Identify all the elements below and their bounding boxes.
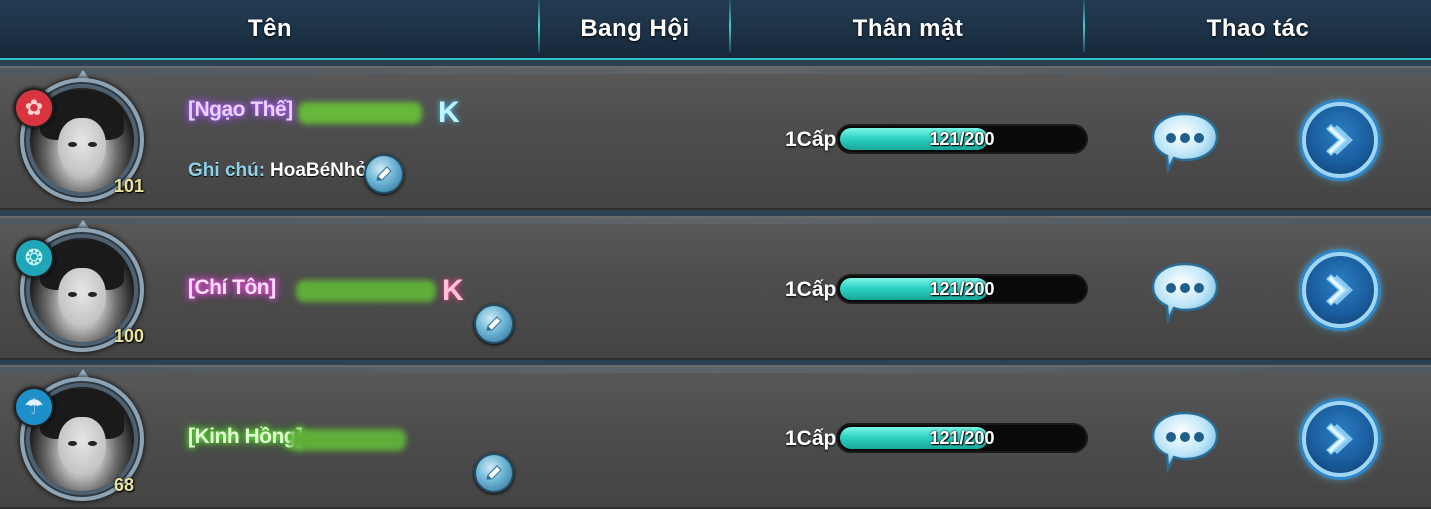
intimacy-level: 1Cấp (785, 278, 837, 301)
player-title: [Ngạo Thế] (188, 98, 293, 121)
view-profile-button[interactable] (1302, 252, 1378, 328)
intimacy-progress-bar: 121/200 (836, 274, 1088, 304)
friend-list-header: Tên Bang Hội Thân mật Thao tác (0, 0, 1431, 60)
vip-k-badge: K (438, 96, 460, 129)
player-title: [Chí Tôn] (188, 276, 276, 299)
player-level: 100 (114, 326, 145, 346)
intimacy-progress-text: 121/200 (929, 427, 995, 448)
column-header-guild: Bang Hội (580, 15, 690, 42)
intimacy-level: 1Cấp (785, 427, 837, 450)
speech-bubble-icon (1151, 411, 1219, 474)
pencil-icon (486, 316, 502, 331)
avatar[interactable]: ✿ 101 (14, 70, 148, 206)
avatar[interactable]: ❂ 100 (14, 220, 148, 356)
edit-note-button[interactable] (474, 304, 514, 344)
player-name-blurred (290, 429, 406, 451)
intimacy-progress-text: 121/200 (929, 128, 995, 149)
friend-row[interactable]: ☂ 68 [Kinh Hồng] 1Cấp 121/200 (0, 365, 1431, 509)
vip-k-badge: K (442, 274, 464, 307)
view-profile-button[interactable] (1302, 102, 1378, 178)
column-header-intimacy: Thân mật (852, 15, 964, 42)
chevron-right-icon (1325, 273, 1353, 307)
player-name-blurred (298, 102, 422, 124)
friend-row[interactable]: ✿ 101 [Ngạo Thế] K Ghi chú: HoaBéNhỏ 1Cấ… (0, 66, 1431, 210)
intimacy-progress-text: 121/200 (929, 278, 995, 299)
pencil-icon (486, 465, 502, 480)
note-label: Ghi chú: (188, 160, 266, 181)
pencil-icon (376, 166, 392, 181)
spiral-emblem-icon: ❂ (14, 238, 54, 278)
speech-bubble-icon (1151, 112, 1219, 175)
player-level: 68 (114, 475, 135, 495)
chat-button[interactable] (1150, 260, 1220, 325)
flower-emblem-icon: ✿ (14, 88, 54, 128)
intimacy-progress-bar: 121/200 (836, 124, 1088, 154)
column-header-name: Tên (247, 15, 293, 42)
chat-button[interactable] (1150, 110, 1220, 175)
edit-note-button[interactable] (364, 154, 404, 194)
avatar[interactable]: ☂ 68 (14, 369, 148, 505)
view-profile-button[interactable] (1302, 401, 1378, 477)
intimacy-level: 1Cấp (785, 128, 837, 151)
player-level: 101 (114, 176, 145, 196)
chat-button[interactable] (1150, 409, 1220, 474)
column-header-actions: Thao tác (1206, 15, 1310, 42)
player-title: [Kinh Hồng] (188, 425, 303, 448)
player-name-blurred (296, 280, 436, 302)
friend-row[interactable]: ❂ 100 [Chí Tôn] K 1Cấp 121/200 (0, 216, 1431, 360)
edit-note-button[interactable] (474, 453, 514, 493)
chevron-right-icon (1325, 422, 1353, 456)
intimacy-progress-bar: 121/200 (836, 423, 1088, 453)
note-value: HoaBéNhỏ (270, 160, 368, 181)
umbrella-emblem-icon: ☂ (14, 387, 54, 427)
chevron-right-icon (1325, 123, 1353, 157)
speech-bubble-icon (1151, 262, 1219, 325)
